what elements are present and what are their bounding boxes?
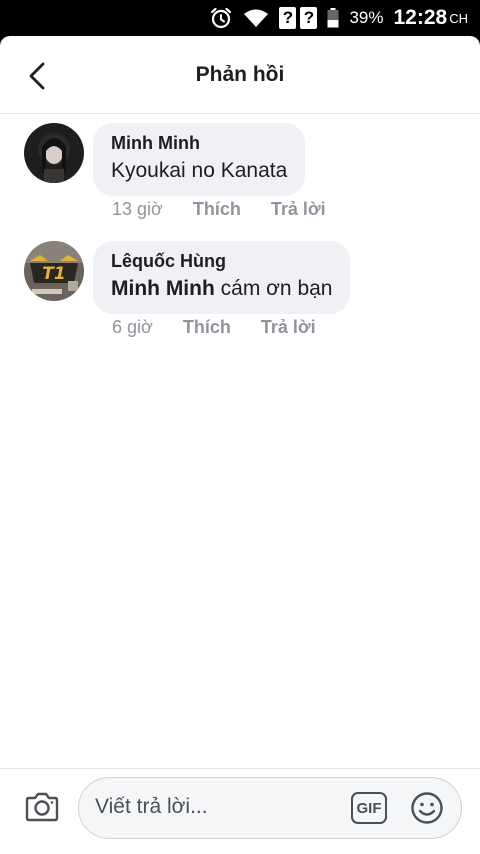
- comment-actions: 13 giờ Thích Trả lời: [112, 199, 356, 220]
- comment-actions: 6 giờ Thích Trả lời: [112, 317, 346, 338]
- comment-text: Kyoukai no Kanata: [111, 156, 287, 186]
- header: Phản hồi: [0, 36, 480, 114]
- page-title: Phản hồi: [195, 62, 285, 86]
- comment-author[interactable]: Lêquốc Hùng: [111, 250, 332, 272]
- svg-text:T1: T1: [42, 264, 65, 284]
- unknown-signal-icon: ?: [300, 7, 318, 29]
- avatar-dark-hair: [24, 123, 84, 183]
- comment-body: Kyoukai no Kanata: [111, 159, 288, 182]
- emoji-button[interactable]: [410, 791, 444, 825]
- clock-period: CH: [449, 10, 468, 26]
- comment-list: Minh Minh Kyoukai no Kanata 13 giờ Thích…: [0, 114, 480, 359]
- comment-author[interactable]: Minh Minh: [111, 132, 287, 154]
- smiley-icon: [411, 792, 443, 824]
- battery-icon: [327, 8, 339, 28]
- gif-button[interactable]: GIF: [351, 792, 387, 824]
- reply-button[interactable]: Trả lời: [261, 317, 316, 338]
- reply-button[interactable]: Trả lời: [271, 199, 326, 220]
- comment-time: 6 giờ: [112, 317, 153, 337]
- battery-percent: 39%: [349, 8, 384, 27]
- wifi-icon: [243, 8, 269, 28]
- comment-text: Minh Minh cám ơn bạn: [111, 274, 332, 304]
- camera-icon: [25, 792, 59, 822]
- reply-input-placeholder: Viết trả lời...: [95, 795, 208, 818]
- camera-button[interactable]: [24, 791, 60, 823]
- status-bar: ? ? 39% 12:28 CH: [0, 0, 480, 36]
- avatar-skt-logo: T1: [24, 241, 84, 301]
- reply-input[interactable]: Viết trả lời... GIF: [78, 777, 462, 839]
- like-button[interactable]: Thích: [193, 199, 241, 220]
- comment-item: Minh Minh Kyoukai no Kanata 13 giờ Thích…: [0, 123, 480, 241]
- clock: 12:28: [393, 6, 448, 29]
- comment-bubble[interactable]: Minh Minh Kyoukai no Kanata: [93, 123, 306, 196]
- avatar[interactable]: T1: [24, 241, 84, 301]
- avatar[interactable]: [24, 123, 84, 183]
- replies-sheet: Phản hồi Minh Minh Kyoukai no Kanata 13 …: [0, 36, 480, 854]
- chevron-left-icon: [29, 62, 45, 90]
- comment-item: T1 Lêquốc Hùng Minh Minh cám ơn bạn 6 gi…: [0, 241, 480, 359]
- comment-body: cám ơn bạn: [214, 277, 333, 300]
- back-button[interactable]: [22, 60, 52, 92]
- alarm-icon: [209, 6, 233, 30]
- comment-bubble[interactable]: Lêquốc Hùng Minh Minh cám ơn bạn: [93, 241, 351, 314]
- comment-mention[interactable]: Minh Minh: [111, 277, 215, 300]
- comment-time: 13 giờ: [112, 199, 163, 219]
- like-button[interactable]: Thích: [183, 317, 231, 338]
- unknown-signal-icon: ?: [279, 7, 297, 29]
- reply-composer: Viết trả lời... GIF: [0, 768, 480, 854]
